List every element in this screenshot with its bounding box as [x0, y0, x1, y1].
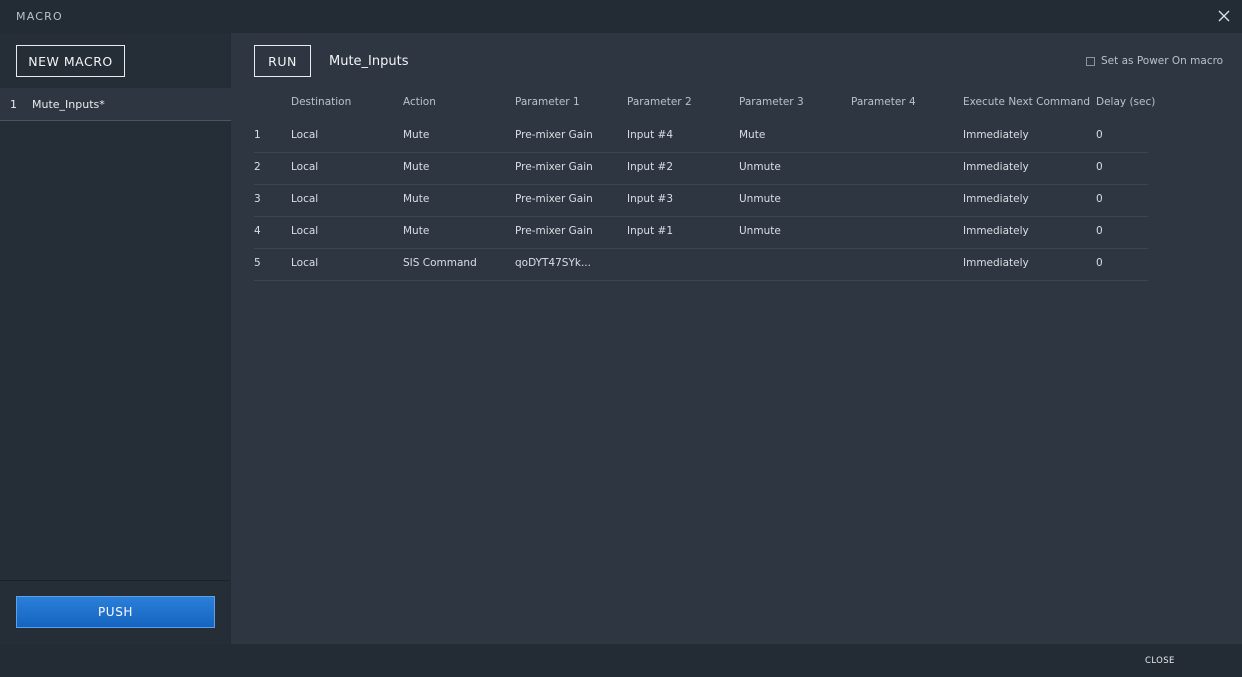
parameter-2-cell[interactable]: Input #4 [627, 129, 673, 141]
table-row[interactable]: 4 Local Mute Pre-mixer Gain Input #1 Unm… [254, 217, 1148, 249]
macro-editor: RUN Mute_Inputs Set as Power On macro De… [231, 33, 1242, 644]
column-header: Parameter 3 [739, 96, 804, 108]
execute-next-cell[interactable]: Immediately [963, 257, 1029, 269]
row-number: 5 [254, 257, 261, 269]
push-button[interactable]: PUSH [16, 596, 215, 628]
parameter-2-cell[interactable]: Input #1 [627, 225, 673, 237]
execute-next-cell[interactable]: Immediately [963, 161, 1029, 173]
power-on-label: Set as Power On macro [1101, 55, 1224, 67]
destination-cell[interactable]: Local [291, 129, 318, 141]
footer-bar: CLOSE [0, 644, 1242, 677]
parameter-3-cell[interactable]: Unmute [739, 161, 781, 173]
action-cell[interactable]: Mute [403, 225, 429, 237]
execute-next-cell[interactable]: Immediately [963, 193, 1029, 205]
power-on-checkbox[interactable]: Set as Power On macro [1086, 55, 1223, 67]
row-number: 1 [254, 129, 261, 141]
destination-cell[interactable]: Local [291, 161, 318, 173]
parameter-1-cell[interactable]: Pre-mixer Gain [515, 193, 593, 205]
column-header: Delay (sec) [1096, 96, 1156, 108]
macro-name-title: Mute_Inputs [329, 54, 409, 69]
parameter-2-cell[interactable]: Input #2 [627, 161, 673, 173]
parameter-1-cell[interactable]: Pre-mixer Gain [515, 161, 593, 173]
column-header: Execute Next Command [963, 96, 1091, 108]
parameter-3-cell[interactable]: Unmute [739, 225, 781, 237]
action-cell[interactable]: Mute [403, 129, 429, 141]
destination-cell[interactable]: Local [291, 193, 318, 205]
table-row[interactable]: 1 Local Mute Pre-mixer Gain Input #4 Mut… [254, 121, 1148, 153]
row-number: 2 [254, 161, 261, 173]
parameter-1-cell[interactable]: Pre-mixer Gain [515, 129, 593, 141]
parameter-2-cell[interactable]: Input #3 [627, 193, 673, 205]
macro-item-number: 1 [10, 98, 17, 111]
delay-cell[interactable]: 0 [1096, 225, 1103, 237]
table-row[interactable]: 2 Local Mute Pre-mixer Gain Input #2 Unm… [254, 153, 1148, 185]
window-title: MACRO [16, 10, 63, 23]
macro-sidebar: NEW MACRO 1 Mute_Inputs* PUSH [0, 33, 231, 644]
destination-cell[interactable]: Local [291, 257, 318, 269]
row-number: 4 [254, 225, 261, 237]
new-macro-button[interactable]: NEW MACRO [16, 45, 125, 77]
column-header: Parameter 4 [851, 96, 916, 108]
macro-item-name: Mute_Inputs* [32, 98, 105, 111]
column-header: Parameter 2 [627, 96, 692, 108]
column-header: Action [403, 96, 436, 108]
delay-cell[interactable]: 0 [1096, 193, 1103, 205]
table-header: Destination Action Parameter 1 Parameter… [254, 89, 1155, 121]
column-header: Destination [291, 96, 352, 108]
execute-next-cell[interactable]: Immediately [963, 225, 1029, 237]
close-icon[interactable] [1214, 6, 1234, 26]
run-button[interactable]: RUN [254, 45, 311, 77]
parameter-3-cell[interactable]: Unmute [739, 193, 781, 205]
checkbox-icon[interactable] [1086, 56, 1095, 66]
parameter-1-cell[interactable]: Pre-mixer Gain [515, 225, 593, 237]
delay-cell[interactable]: 0 [1096, 129, 1103, 141]
destination-cell[interactable]: Local [291, 225, 318, 237]
row-number: 3 [254, 193, 261, 205]
action-cell[interactable]: SIS Command [403, 257, 477, 269]
column-header: Parameter 1 [515, 96, 580, 108]
action-cell[interactable]: Mute [403, 193, 429, 205]
command-table: Destination Action Parameter 1 Parameter… [254, 89, 1155, 281]
table-row[interactable]: 3 Local Mute Pre-mixer Gain Input #3 Unm… [254, 185, 1148, 217]
parameter-1-cell[interactable]: qoDYT47SYk... [515, 257, 591, 269]
execute-next-cell[interactable]: Immediately [963, 129, 1029, 141]
parameter-3-cell[interactable]: Mute [739, 129, 765, 141]
action-cell[interactable]: Mute [403, 161, 429, 173]
delay-cell[interactable]: 0 [1096, 257, 1103, 269]
macro-list-item[interactable]: 1 Mute_Inputs* [0, 88, 231, 121]
delay-cell[interactable]: 0 [1096, 161, 1103, 173]
table-row[interactable]: 5 Local SIS Command qoDYT47SYk... Immedi… [254, 249, 1148, 281]
sidebar-divider [0, 580, 230, 581]
title-bar: MACRO [0, 0, 1242, 33]
close-button[interactable]: CLOSE [1145, 656, 1175, 666]
